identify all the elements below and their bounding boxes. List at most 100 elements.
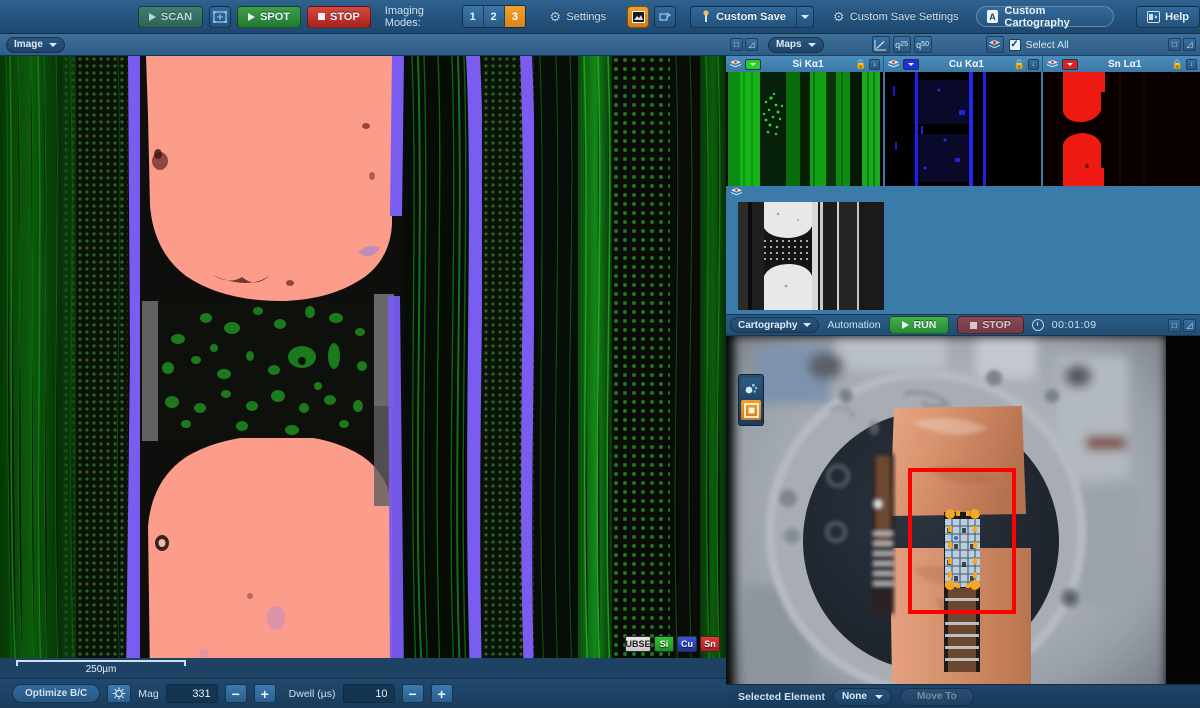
move-to-label: Move To: [917, 691, 957, 702]
stop-button[interactable]: STOP: [307, 6, 371, 28]
map-header-cu: Cu Kα1 🔒 ↓: [884, 56, 1042, 72]
maps-panel-header: □ ◿ Maps q25 q50: [726, 34, 1200, 56]
mag-label: Mag: [138, 688, 158, 700]
lock-icon[interactable]: 🔒: [1172, 59, 1183, 70]
optimize-bc-button[interactable]: Optimize B/C: [12, 684, 100, 703]
layer-stack-icon[interactable]: [730, 187, 743, 198]
select-all-label: Select All: [1026, 39, 1069, 51]
element-map-sn[interactable]: [1043, 72, 1200, 186]
line-profile-button[interactable]: [872, 36, 890, 53]
scan-button[interactable]: SCAN: [138, 6, 203, 28]
download-icon[interactable]: ↓: [1186, 59, 1197, 70]
dwell-decrement-button[interactable]: −: [402, 684, 424, 703]
dwell-increment-button[interactable]: +: [431, 684, 453, 703]
imaging-mode-3[interactable]: 3: [505, 6, 526, 27]
custom-save-button[interactable]: Custom Save: [690, 6, 797, 28]
mag-increment-button[interactable]: +: [254, 684, 276, 703]
maps-dropdown[interactable]: Maps: [768, 37, 824, 53]
element-maps-headers: Si Kα1 🔒 ↓ Cu Kα1 🔒 ↓: [726, 56, 1200, 72]
play-icon: [902, 321, 909, 329]
imaging-mode-1[interactable]: 1: [463, 6, 484, 27]
channel-button-sn[interactable]: Sn: [700, 636, 720, 652]
pointer-spot-tool-button[interactable]: [741, 378, 761, 398]
help-label: Help: [1165, 11, 1189, 23]
image-tool-button[interactable]: [627, 6, 649, 28]
dwell-input[interactable]: 10: [343, 684, 395, 703]
layer-stack-icon[interactable]: [887, 59, 900, 70]
selected-element-value: None: [842, 691, 867, 702]
ubse-map-header: [726, 186, 1200, 199]
custom-save-settings-button[interactable]: Custom Save Settings: [822, 6, 970, 28]
move-to-button[interactable]: Move To: [900, 688, 974, 706]
ubse-map-image[interactable]: [738, 202, 884, 310]
gear-icon: [549, 11, 561, 23]
channel-button-cu[interactable]: Cu: [677, 636, 697, 652]
cartography-window-controls: □ ◿: [1168, 319, 1196, 332]
restore-icon[interactable]: □: [730, 38, 743, 51]
roi-rectangle-tool-button[interactable]: [741, 400, 761, 420]
chevron-down-icon: [808, 43, 816, 47]
custom-cartography-button[interactable]: A Custom Cartography: [976, 6, 1114, 27]
help-button[interactable]: Help: [1136, 6, 1200, 28]
chamber-camera-image: [726, 336, 1200, 708]
download-icon[interactable]: ↓: [1028, 59, 1039, 70]
stop-button-label: STOP: [330, 11, 360, 23]
maximize-icon[interactable]: ◿: [1183, 38, 1196, 51]
lock-icon[interactable]: 🔒: [855, 59, 866, 70]
maximize-icon[interactable]: ◿: [745, 38, 758, 51]
download-icon[interactable]: ↓: [869, 59, 880, 70]
stop-square-icon: [970, 322, 977, 329]
spot-button-label: SPOT: [260, 11, 290, 23]
cartography-stop-button[interactable]: STOP: [957, 316, 1023, 334]
lock-icon[interactable]: 🔒: [1013, 59, 1024, 70]
element-map-cu[interactable]: [885, 72, 1044, 186]
quant-50-button[interactable]: q50: [914, 36, 932, 53]
element-map-si[interactable]: [726, 72, 885, 186]
channel-button-si[interactable]: Si: [654, 636, 674, 652]
frame-select-button[interactable]: [209, 6, 231, 28]
main-map-image[interactable]: UBSE Si Cu Sn: [0, 56, 726, 676]
quant-25-button[interactable]: q25: [893, 36, 911, 53]
maximize-icon[interactable]: ◿: [1183, 319, 1196, 332]
layer-stack-button[interactable]: [986, 36, 1004, 53]
chamber-camera-view[interactable]: [726, 336, 1200, 708]
gear-icon: [833, 11, 845, 23]
main-toolbar: SCAN SPOT STOP Imaging Modes: 1: [0, 0, 1200, 34]
cartography-run-button[interactable]: RUN: [889, 316, 950, 334]
help-icon: [1147, 11, 1160, 23]
settings-button[interactable]: Settings: [538, 6, 617, 28]
spot-button[interactable]: SPOT: [237, 6, 301, 28]
line-profile-icon: [874, 39, 887, 51]
selected-element-dropdown[interactable]: None: [833, 688, 892, 706]
restore-icon[interactable]: □: [1168, 319, 1181, 332]
cartography-dropdown[interactable]: Cartography: [730, 317, 819, 333]
image-panel-dropdown[interactable]: Image: [6, 37, 65, 53]
mag-decrement-button[interactable]: −: [225, 684, 247, 703]
brightness-contrast-icon: [112, 687, 126, 700]
cartography-panel-header: Cartography Automation RUN STOP 00:01:09…: [726, 314, 1200, 336]
custom-save-dropdown[interactable]: [797, 6, 814, 28]
quant-25-sup: 25: [900, 41, 908, 48]
imaging-mode-2[interactable]: 2: [484, 6, 505, 27]
map-color-swatch-si[interactable]: [745, 59, 761, 70]
scalebar-label: 250µm: [16, 664, 186, 675]
layer-stack-icon[interactable]: [729, 59, 742, 70]
brightness-contrast-button[interactable]: [107, 684, 131, 703]
mag-input[interactable]: 331: [166, 684, 218, 703]
chevron-down-icon: [49, 43, 57, 47]
map-header-si: Si Kα1 🔒 ↓: [726, 56, 884, 72]
select-all-checkbox[interactable]: ✓: [1009, 39, 1021, 51]
restore-icon[interactable]: □: [1168, 38, 1181, 51]
acquisition-controls: SCAN SPOT STOP: [138, 6, 371, 28]
custom-save-split: Custom Save: [690, 6, 814, 28]
composite-element-map: [0, 56, 726, 676]
map-color-swatch-cu[interactable]: [903, 59, 919, 70]
stage-tool-button[interactable]: [654, 6, 676, 28]
chevron-down-icon: [803, 323, 811, 327]
custom-cartography-label: Custom Cartography: [1004, 5, 1103, 29]
custom-save-label: Custom Save: [716, 11, 786, 23]
automation-tab[interactable]: Automation: [827, 319, 880, 331]
map-color-swatch-sn[interactable]: [1062, 59, 1078, 70]
channel-button-ubse[interactable]: UBSE: [625, 636, 651, 652]
layer-stack-icon[interactable]: [1046, 59, 1059, 70]
